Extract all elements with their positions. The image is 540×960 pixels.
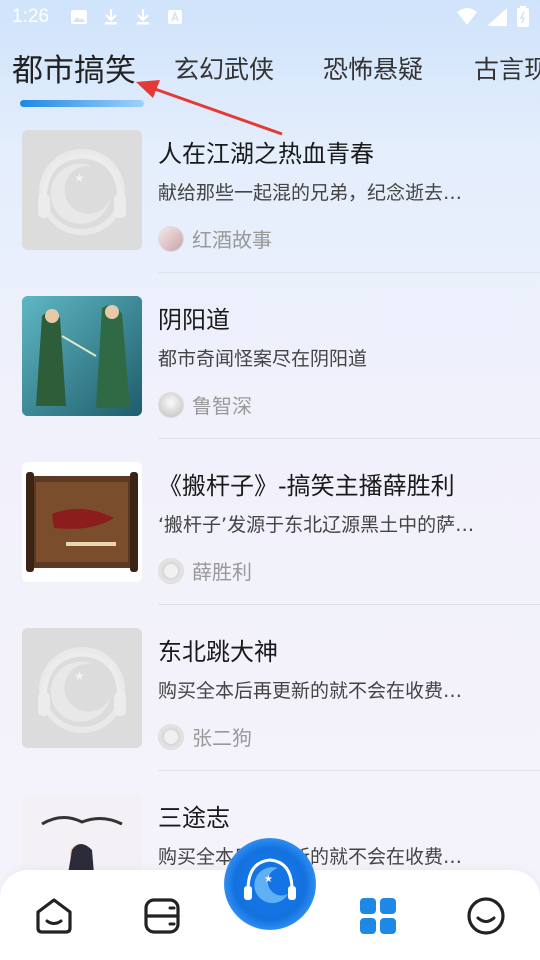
author-name: 红酒故事	[192, 228, 272, 252]
category-tabs: 都市搞笑 玄幻武侠 恐怖悬疑 古言现	[0, 40, 540, 100]
book-cover-image	[22, 462, 142, 582]
notification-icons	[70, 8, 184, 26]
player-button[interactable]: ★	[224, 838, 316, 930]
divider	[158, 438, 540, 439]
download-icon-2	[137, 9, 149, 25]
author-name: 薛胜利	[192, 560, 252, 584]
book-item[interactable]: ★ 人在江湖之热血青春 献给那些一起混的兄弟，纪念逝去… 红酒故事	[0, 112, 540, 278]
font-notification-icon	[168, 10, 182, 24]
active-tab-indicator	[20, 100, 144, 107]
book-description: 都市奇闻怪案尽在阴阳道	[158, 348, 368, 370]
status-time: 1:26	[12, 6, 49, 27]
book-title: 阴阳道	[158, 306, 230, 334]
tab-dushi-gaoxiao[interactable]: 都市搞笑	[12, 45, 136, 90]
book-item[interactable]: ★ 东北跳大神 购买全本后再更新的就不会在收费… 张二狗	[0, 610, 540, 776]
battery-icon	[517, 6, 529, 27]
svg-text:★: ★	[264, 874, 273, 885]
bookshelf-icon[interactable]	[140, 894, 184, 938]
profile-icon[interactable]	[464, 894, 508, 938]
download-icon	[105, 9, 117, 25]
book-item[interactable]: 《搬杆子》-搞笑主播薛胜利 ‘搬杆子’发源于东北辽源黑土中的萨… 薛胜利	[0, 444, 540, 610]
book-description: 献给那些一起混的兄弟，纪念逝去…	[158, 182, 463, 204]
book-title: 《搬杆子》-搞笑主播薛胜利	[158, 472, 455, 500]
home-icon[interactable]	[32, 894, 76, 938]
image-notification-icon	[71, 10, 87, 24]
svg-text:★: ★	[74, 171, 85, 185]
author-name: 鲁智深	[192, 394, 252, 418]
divider	[158, 604, 540, 605]
book-item[interactable]: 阴阳道 都市奇闻怪案尽在阴阳道 鲁智深	[0, 278, 540, 444]
status-bar: 1:26	[0, 0, 540, 36]
headphone-placeholder-icon: ★	[22, 130, 142, 250]
author-name: 张二狗	[192, 726, 252, 750]
book-description: 购买全本后再更新的就不会在收费…	[158, 680, 463, 702]
author-avatar	[158, 723, 184, 750]
scroll-banner-illustration	[22, 462, 142, 582]
category-icon[interactable]	[356, 894, 400, 938]
tab-xuanhuan-wuxia[interactable]: 玄幻武侠	[174, 50, 274, 86]
divider	[158, 272, 540, 273]
book-author: 张二狗	[158, 722, 252, 751]
book-description: ‘搬杆子’发源于东北辽源黑土中的萨…	[158, 514, 475, 536]
book-description: 购买全本后再更新的就不会在收费…	[158, 846, 463, 868]
book-cover-image	[22, 296, 142, 416]
book-author: 薛胜利	[158, 556, 252, 585]
book-title: 三途志	[158, 804, 230, 832]
wifi-icon	[457, 8, 477, 25]
book-cover-placeholder: ★	[22, 130, 142, 250]
book-title: 东北跳大神	[158, 638, 278, 666]
book-title: 人在江湖之热血青春	[158, 140, 374, 168]
two-figures-illustration	[22, 296, 142, 416]
player-icon: ★	[240, 854, 300, 914]
book-author: 鲁智深	[158, 390, 252, 419]
author-avatar	[158, 557, 184, 584]
book-cover-placeholder: ★	[22, 628, 142, 748]
headphone-placeholder-icon: ★	[22, 628, 142, 748]
tab-kongbu-xuanyi[interactable]: 恐怖悬疑	[323, 50, 423, 86]
svg-text:★: ★	[74, 669, 85, 683]
book-author: 红酒故事	[158, 224, 272, 253]
signal-icon	[487, 8, 507, 26]
tab-guyan-xian[interactable]: 古言现	[474, 50, 540, 86]
divider	[158, 770, 540, 771]
system-status-icons	[456, 6, 530, 28]
author-avatar	[158, 391, 184, 418]
author-avatar	[158, 225, 184, 252]
